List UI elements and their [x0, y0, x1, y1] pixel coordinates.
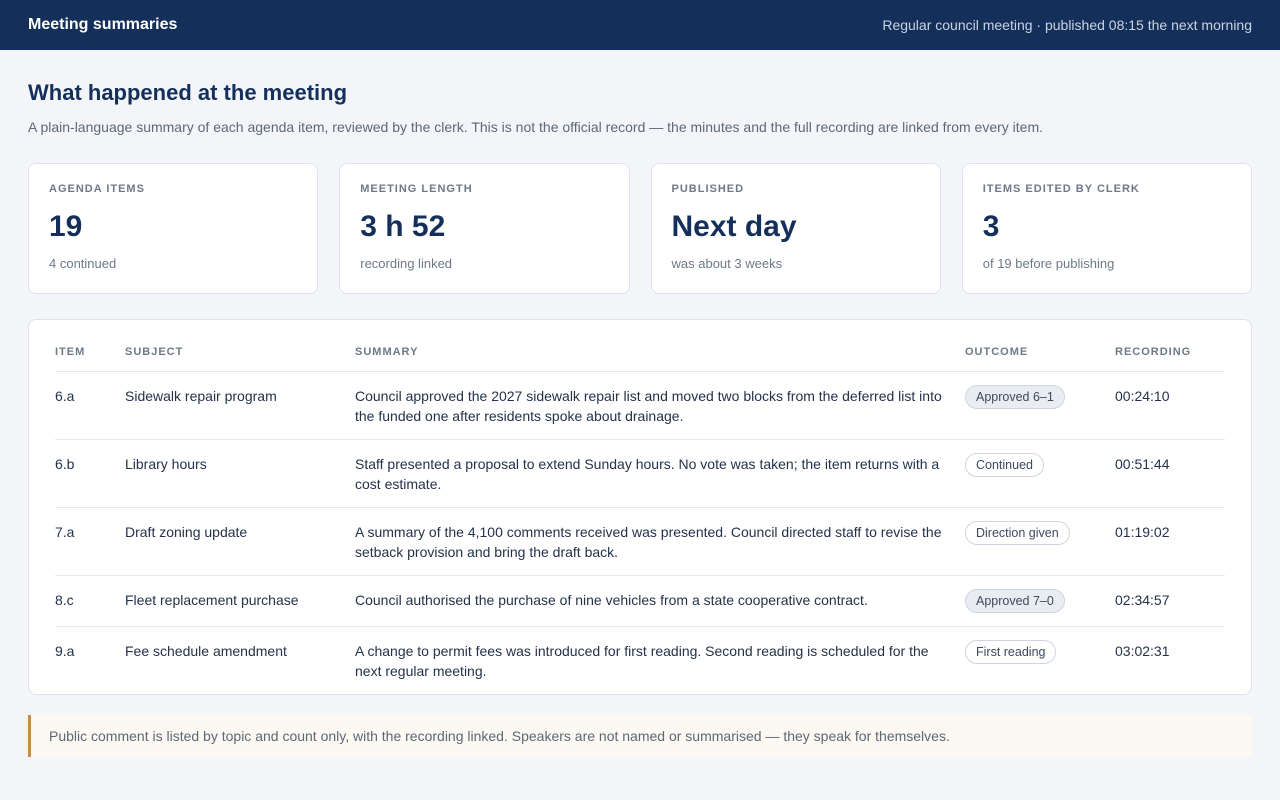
stat-sub: of 19 before publishing	[982, 256, 1115, 271]
agenda-table-panel: ITEM SUBJECT SUMMARY OUTCOME RECORDING 6…	[28, 319, 1252, 695]
stat-card-items-edited: ITEMS EDITED BY CLERK 3 of 19 before pub…	[961, 163, 1252, 294]
stat-card-agenda-items: AGENDA ITEMS 19 4 continued	[28, 163, 319, 294]
item-summary: Council approved the 2027 sidewalk repai…	[355, 371, 965, 440]
outcome-badge: Continued	[965, 453, 1044, 477]
stat-value: 3	[982, 210, 1000, 243]
table-row: 6.b Library hours Staff presented a prop…	[55, 439, 1225, 508]
meeting-meta: Regular council meeting · published 08:1…	[882, 17, 1252, 33]
item-outcome-cell: Continued	[965, 439, 1115, 508]
item-outcome-cell: Approved 6–1	[965, 371, 1115, 440]
stat-sub: was about 3 weeks	[671, 256, 783, 271]
app-title: Meeting summaries	[28, 16, 178, 33]
recording-timestamp[interactable]: 02:34:57	[1115, 575, 1225, 627]
item-number: 9.a	[55, 643, 75, 659]
item-summary: A change to permit fees was introduced f…	[355, 643, 929, 679]
item-subject: Sidewalk repair program	[125, 371, 355, 440]
stat-label: MEETING LENGTH	[360, 183, 473, 195]
table-row: 6.a Sidewalk repair program Council appr…	[55, 371, 1225, 440]
recording-timestamp[interactable]: 00:51:44	[1115, 439, 1225, 508]
item-summary: A summary of the 4,100 comments received…	[355, 507, 965, 576]
outcome-badge: Approved 7–0	[965, 589, 1065, 613]
stat-label: AGENDA ITEMS	[49, 183, 145, 195]
outcome-badge: First reading	[965, 640, 1057, 664]
item-outcome-cell: First reading	[965, 627, 1115, 695]
table-row: 8.c Fleet replacement purchase Council a…	[55, 575, 1225, 627]
stat-cards: AGENDA ITEMS 19 4 continued MEETING LENG…	[28, 163, 1252, 294]
page-intro: A plain-language summary of each agenda …	[28, 119, 1043, 135]
agenda-table: ITEM SUBJECT SUMMARY OUTCOME RECORDING 6…	[55, 342, 1225, 694]
outcome-badge: Approved 6–1	[965, 385, 1065, 409]
item-summary: Staff presented a proposal to extend Sun…	[355, 439, 965, 508]
recording-timestamp[interactable]: 01:19:02	[1115, 507, 1225, 576]
top-bar: Meeting summaries Regular council meetin…	[0, 0, 1280, 50]
stat-value: Next day	[671, 210, 797, 243]
table-row: 9.a Fee schedule amendment A change to p…	[55, 627, 1225, 695]
item-number: 6.b	[55, 439, 125, 508]
recording-timestamp[interactable]: 03:02:31	[1115, 627, 1225, 695]
stat-label: ITEMS EDITED BY CLERK	[982, 183, 1140, 195]
column-header-recording: RECORDING	[1115, 342, 1225, 372]
item-outcome-cell: Approved 7–0	[965, 575, 1115, 627]
public-comment-note: Public comment is listed by topic and co…	[28, 715, 1252, 757]
item-outcome-cell: Direction given	[965, 507, 1115, 576]
item-number: 7.a	[55, 507, 125, 576]
page-title: What happened at the meeting	[28, 80, 348, 105]
item-summary: Council authorised the purchase of nine …	[355, 575, 965, 627]
item-number: 6.a	[55, 371, 125, 440]
stat-value: 3 h 52	[360, 210, 446, 243]
column-header-subject: SUBJECT	[125, 342, 355, 372]
item-number: 8.c	[55, 575, 125, 627]
table-header-row: ITEM SUBJECT SUMMARY OUTCOME RECORDING	[55, 342, 1225, 372]
column-header-summary: SUMMARY	[355, 342, 965, 372]
outcome-badge: Direction given	[965, 521, 1070, 545]
stat-card-meeting-length: MEETING LENGTH 3 h 52 recording linked	[339, 163, 630, 294]
main-content: What happened at the meeting A plain-lan…	[0, 50, 1280, 757]
stat-sub: recording linked	[360, 256, 453, 271]
column-header-outcome: OUTCOME	[965, 342, 1115, 372]
stat-sub: 4 continued	[49, 256, 117, 271]
item-subject: Fee schedule amendment	[125, 643, 287, 659]
item-subject: Fleet replacement purchase	[125, 575, 355, 627]
stat-value: 19	[49, 210, 83, 243]
column-header-item: ITEM	[55, 342, 125, 372]
stat-label: PUBLISHED	[671, 183, 745, 195]
item-subject: Draft zoning update	[125, 507, 355, 576]
stat-card-published: PUBLISHED Next day was about 3 weeks	[650, 163, 941, 294]
table-row: 7.a Draft zoning update A summary of the…	[55, 507, 1225, 576]
item-subject: Library hours	[125, 439, 355, 508]
recording-timestamp[interactable]: 00:24:10	[1115, 371, 1225, 440]
